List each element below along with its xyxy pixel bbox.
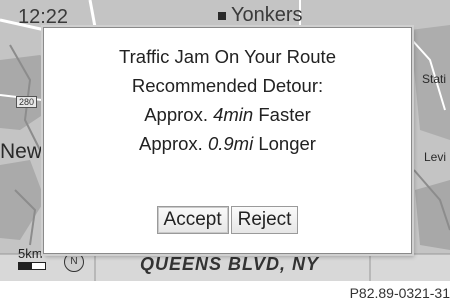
dialog-title: Traffic Jam On Your Route [119,46,336,67]
reject-button[interactable]: Reject [230,206,299,234]
traffic-detour-dialog: Traffic Jam On Your Route Recommended De… [43,27,412,254]
extra-distance-prefix: Approx. [139,133,203,154]
time-saving-line: Approx. 4min Faster [44,100,411,129]
map-scale-bar [18,262,46,270]
current-street-label: QUEENS BLVD, NY [140,254,320,274]
dialog-subtitle: Recommended Detour: [131,75,324,96]
map-label-right-place-2: Levi [424,150,447,164]
extra-distance-suffix: Longer [258,133,316,154]
time-saving-value: 4min [213,104,254,125]
map-scale-label: 5km [18,246,43,261]
map-label-left-place: New [0,140,43,163]
map-label-right-place-1: Stati [422,72,447,86]
compass-icon[interactable]: N [64,252,84,272]
time-saving-suffix: Faster [258,104,311,125]
dialog-message: Traffic Jam On Your Route Recommended De… [44,42,411,158]
accept-button[interactable]: Accept [156,206,229,234]
route-shield-icon: 280 [16,96,38,108]
map-label-top-place: Yonkers [218,4,303,27]
navigation-screen: 12:22 Yonkers New Stati Levi 280 QUEENS … [0,0,450,281]
extra-distance-value: 0.9mi [207,133,254,154]
clock-display: 12:22 [18,6,69,28]
time-saving-prefix: Approx. [144,104,208,125]
extra-distance-line: Approx. 0.9mi Longer [44,129,411,158]
dialog-button-row: Accept Reject [44,206,411,234]
figure-reference: P82.89-0321-31 [349,285,450,301]
